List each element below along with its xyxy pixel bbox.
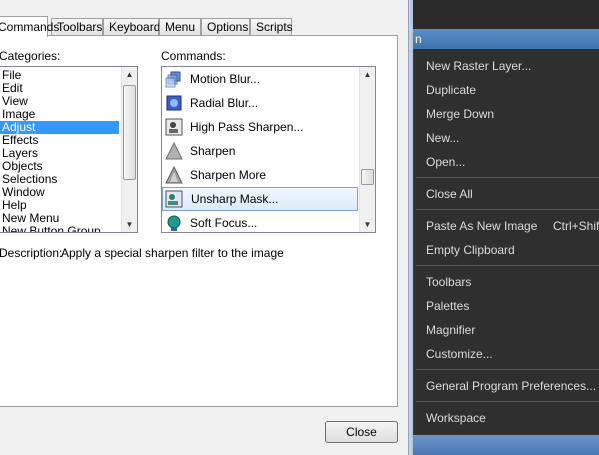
description-row: Description:Apply a special sharpen filt… xyxy=(0,246,284,260)
sharpen-more-icon xyxy=(165,166,183,184)
command-item-motion-blur[interactable]: Motion Blur... xyxy=(162,67,358,91)
menu-separator xyxy=(416,209,599,210)
menu-item-workspace[interactable]: Workspace xyxy=(426,410,486,426)
menu-separator xyxy=(416,265,599,266)
command-item-sharpen-more[interactable]: Sharpen More xyxy=(162,163,358,187)
close-button[interactable]: Close xyxy=(325,421,398,443)
categories-label: Categories: xyxy=(0,49,61,63)
scroll-thumb[interactable] xyxy=(123,85,136,180)
tab-scripts[interactable]: Scripts xyxy=(250,18,293,35)
commands-tab-panel: Categories: File Edit View Image Adjust … xyxy=(0,35,398,407)
menu-item-new[interactable]: New... xyxy=(426,130,459,146)
command-label: Sharpen xyxy=(190,144,236,158)
scroll-up-arrow-icon[interactable]: ▲ xyxy=(122,67,137,82)
menu-item-toolbars[interactable]: Toolbars xyxy=(426,274,471,290)
menu-shortcut-paste-as-new-image: Ctrl+Shift xyxy=(553,219,599,233)
unsharp-mask-icon xyxy=(165,190,183,208)
menu-item-paste-as-new-image[interactable]: Paste As New Image xyxy=(426,218,537,234)
customize-dialog: Commands Toolbars Keyboard Menu Options … xyxy=(0,0,408,455)
menu-item-palettes[interactable]: Palettes xyxy=(426,298,469,314)
context-menu-area: n New Raster Layer... Duplicate Merge Do… xyxy=(413,0,599,455)
sharpen-icon xyxy=(165,142,183,160)
menu-item-customize[interactable]: Customize... xyxy=(426,346,493,362)
menu-item-duplicate[interactable]: Duplicate xyxy=(426,82,476,98)
command-label: Unsharp Mask... xyxy=(191,192,279,206)
menu-title-bar: n xyxy=(413,29,599,49)
menu-item-magnifier[interactable]: Magnifier xyxy=(426,322,475,338)
context-menu: New Raster Layer... Duplicate Merge Down… xyxy=(413,49,599,435)
command-label: Motion Blur... xyxy=(190,72,261,86)
command-item-high-pass-sharpen[interactable]: High Pass Sharpen... xyxy=(162,115,358,139)
description-label: Description: xyxy=(0,246,63,260)
categories-scrollbar[interactable]: ▲ ▼ xyxy=(121,67,137,232)
tab-commands[interactable]: Commands xyxy=(0,16,59,37)
command-item-sharpen[interactable]: Sharpen xyxy=(162,139,358,163)
soft-focus-icon xyxy=(167,215,181,231)
menu-item-merge-down[interactable]: Merge Down xyxy=(426,106,494,122)
menu-item-empty-clipboard[interactable]: Empty Clipboard xyxy=(426,242,515,258)
tab-keyboard[interactable]: Keyboard xyxy=(103,18,160,35)
high-pass-sharpen-icon xyxy=(165,118,183,136)
command-item-radial-blur[interactable]: Radial Blur... xyxy=(162,91,358,115)
scroll-down-arrow-icon[interactable]: ▼ xyxy=(360,217,375,232)
menu-separator xyxy=(416,401,599,402)
categories-listbox[interactable]: File Edit View Image Adjust Effects Laye… xyxy=(0,66,138,233)
tab-menu[interactable]: Menu xyxy=(159,18,201,35)
scroll-down-arrow-icon[interactable]: ▼ xyxy=(122,217,137,232)
commands-scrollbar[interactable]: ▲ ▼ xyxy=(359,67,375,232)
scroll-up-arrow-icon[interactable]: ▲ xyxy=(360,67,375,82)
tab-options[interactable]: Options xyxy=(201,18,250,35)
radial-blur-icon xyxy=(166,95,182,111)
motion-blur-icon xyxy=(165,71,181,88)
command-item-unsharp-mask[interactable]: Unsharp Mask... xyxy=(162,187,358,211)
menu-item-open[interactable]: Open... xyxy=(426,154,465,170)
command-label: Radial Blur... xyxy=(190,96,259,110)
menu-separator xyxy=(416,177,599,178)
command-label: Sharpen More xyxy=(190,168,267,182)
command-label: High Pass Sharpen... xyxy=(190,120,304,134)
commands-listbox[interactable]: Motion Blur... Radial Blur... High Pass … xyxy=(161,66,376,233)
commands-label: Commands: xyxy=(161,49,226,63)
command-label: Soft Focus... xyxy=(190,216,258,230)
menu-item-close-all[interactable]: Close All xyxy=(426,186,473,202)
category-item-new-button-group[interactable]: New Button Group xyxy=(0,225,137,233)
menu-item-new-raster-layer[interactable]: New Raster Layer... xyxy=(426,58,531,74)
command-item-soft-focus[interactable]: Soft Focus... xyxy=(162,211,358,232)
menu-item-general-program-preferences[interactable]: General Program Preferences... xyxy=(426,378,596,394)
scroll-thumb[interactable] xyxy=(361,169,374,185)
taskbar-strip xyxy=(413,435,599,455)
menu-separator xyxy=(416,369,599,370)
description-text: Apply a special sharpen filter to the im… xyxy=(61,246,284,260)
